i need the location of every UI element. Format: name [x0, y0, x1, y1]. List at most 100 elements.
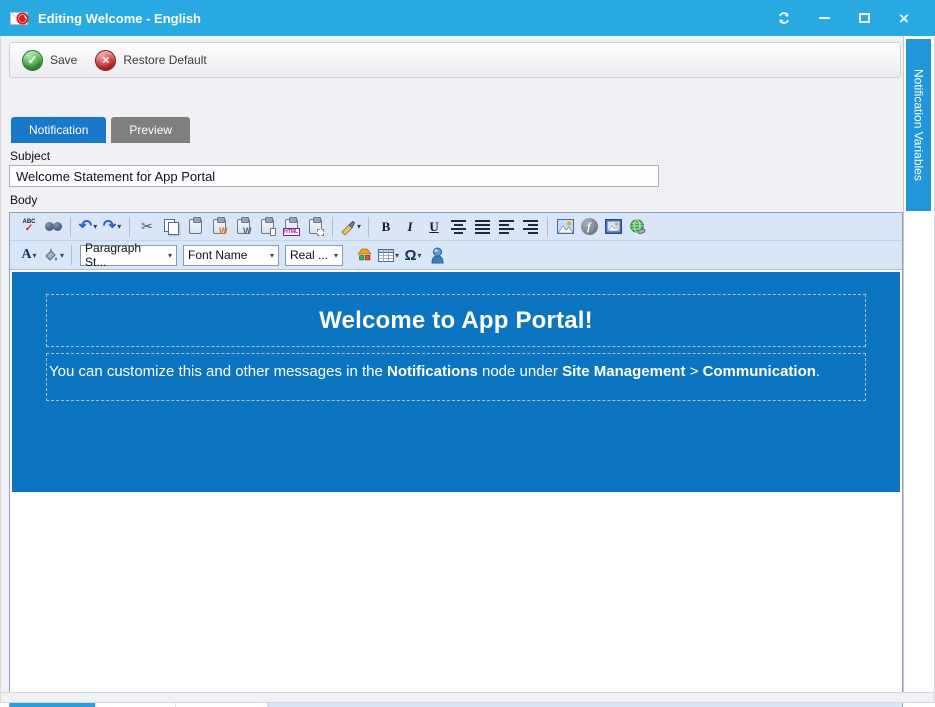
media-icon: [605, 219, 622, 234]
chevron-down-icon: ▾: [395, 251, 399, 260]
hyperlink-manager-button[interactable]: [626, 216, 648, 238]
copy-icon: [164, 219, 179, 234]
save-label: Save: [50, 53, 77, 67]
banner-heading: Welcome to App Portal!: [319, 307, 593, 335]
background-color-button[interactable]: ▾: [42, 244, 65, 266]
maximize-button[interactable]: [851, 7, 877, 29]
snippet-icon: [356, 248, 373, 262]
restore-x-icon: ×: [95, 50, 116, 71]
paint-bucket-icon: [43, 248, 59, 263]
align-left-icon: [499, 219, 514, 234]
undo-button[interactable]: ↶▾: [77, 216, 99, 238]
snippet-manager-button[interactable]: [353, 244, 375, 266]
underline-button[interactable]: U: [423, 216, 445, 238]
italic-button[interactable]: I: [399, 216, 421, 238]
editor-toolbar-row-1: ABC ✓ ↶▾ ↷▾ ✂: [10, 213, 902, 241]
paste-markup-button[interactable]: [304, 216, 326, 238]
template-manager-icon: [430, 247, 445, 264]
subject-input[interactable]: [9, 165, 659, 187]
align-justify-button[interactable]: [471, 216, 493, 238]
template-manager-button[interactable]: [426, 244, 448, 266]
notification-variables-tab[interactable]: Notification Variables: [906, 39, 931, 211]
paste-plain-text-button[interactable]: [256, 216, 278, 238]
body-label: Body: [10, 193, 37, 207]
paste-markup-icon: [309, 219, 322, 234]
chevron-down-icon: ▾: [418, 251, 422, 260]
window-controls: ×: [771, 7, 917, 29]
separator: [71, 245, 72, 265]
align-center-icon: [451, 219, 466, 234]
font-name-dropdown[interactable]: Font Name▾: [183, 245, 279, 266]
paste-from-word-icon: W: [213, 219, 226, 234]
restore-default-button[interactable]: × Restore Default: [95, 50, 206, 71]
close-button[interactable]: ×: [891, 7, 917, 29]
bold-button[interactable]: B: [375, 216, 397, 238]
media-manager-button[interactable]: [602, 216, 624, 238]
font-color-icon: A: [21, 247, 31, 263]
separator: [129, 217, 130, 237]
maximize-icon: [859, 13, 870, 23]
right-panel-rail: Notification Variables: [903, 36, 934, 692]
scissors-icon: ✂: [141, 218, 153, 235]
undo-icon: ↶: [79, 219, 92, 235]
redo-button[interactable]: ↷▾: [101, 216, 123, 238]
cut-button[interactable]: ✂: [136, 216, 158, 238]
insert-table-button[interactable]: ▾: [377, 244, 400, 266]
italic-icon: I: [407, 219, 412, 235]
format-stripper-button[interactable]: ▾: [339, 216, 362, 238]
minimize-button[interactable]: [811, 7, 837, 29]
editor-design-surface[interactable]: Welcome to App Portal! You can customize…: [10, 270, 902, 701]
minimize-icon: [819, 17, 830, 19]
window-title: Editing Welcome - English: [38, 11, 771, 26]
align-right-icon: [523, 219, 538, 234]
refresh-button[interactable]: [771, 7, 797, 29]
paste-plain-text-icon: [261, 219, 274, 234]
align-right-button[interactable]: [519, 216, 541, 238]
table-icon: [378, 249, 394, 262]
chevron-down-icon: ▾: [33, 251, 37, 260]
refresh-icon: [777, 11, 791, 25]
spellcheck-button[interactable]: ABC ✓: [18, 216, 40, 238]
font-color-button[interactable]: A▾: [18, 244, 40, 266]
align-left-button[interactable]: [495, 216, 517, 238]
chevron-down-icon: ▾: [357, 222, 361, 231]
separator: [547, 217, 548, 237]
editor-toolbar-row-2: A▾ ▾ Parag: [10, 241, 902, 269]
chevron-down-icon: ▾: [334, 251, 338, 260]
align-justify-icon: [475, 219, 490, 234]
paste-from-word-button[interactable]: W: [208, 216, 230, 238]
banner-paragraph: You can customize this and other message…: [49, 361, 863, 382]
binoculars-icon: [45, 221, 62, 232]
underline-icon: U: [429, 219, 438, 235]
copy-button[interactable]: [160, 216, 182, 238]
chevron-down-icon: ▾: [117, 222, 121, 231]
content-column: ✓ Save × Restore Default Notification Pr…: [1, 36, 904, 692]
flash-manager-button[interactable]: f: [578, 216, 600, 238]
subject-label: Subject: [10, 149, 50, 163]
heading-block[interactable]: Welcome to App Portal!: [46, 294, 866, 347]
chevron-down-icon: ▾: [93, 222, 97, 231]
dialog-window: Editing Welcome - English × ✓ Save: [0, 0, 935, 707]
tab-notification[interactable]: Notification: [11, 117, 106, 143]
font-size-dropdown[interactable]: Real ...▾: [285, 245, 343, 266]
save-button[interactable]: ✓ Save: [22, 50, 77, 71]
image-manager-button[interactable]: [554, 216, 576, 238]
paste-as-html-button[interactable]: HTML: [280, 216, 302, 238]
align-center-button[interactable]: [447, 216, 469, 238]
paste-button[interactable]: [184, 216, 206, 238]
email-banner: Welcome to App Portal! You can customize…: [12, 272, 900, 492]
command-toolbar: ✓ Save × Restore Default: [9, 42, 901, 78]
brush-icon: [340, 219, 356, 235]
flash-icon: f: [581, 218, 598, 235]
chevron-down-icon: ▾: [60, 251, 64, 260]
paragraph-style-dropdown[interactable]: Paragraph St...▾: [80, 245, 177, 266]
bold-icon: B: [382, 219, 391, 235]
separator: [368, 217, 369, 237]
insert-symbol-button[interactable]: Ω▾: [402, 244, 424, 266]
rich-text-editor: ABC ✓ ↶▾ ↷▾ ✂: [9, 212, 903, 707]
paragraph-block[interactable]: You can customize this and other message…: [46, 353, 866, 401]
chevron-down-icon: ▾: [270, 251, 274, 260]
find-replace-button[interactable]: [42, 216, 64, 238]
tab-preview[interactable]: Preview: [111, 117, 190, 143]
paste-from-word-nofont-button[interactable]: W: [232, 216, 254, 238]
